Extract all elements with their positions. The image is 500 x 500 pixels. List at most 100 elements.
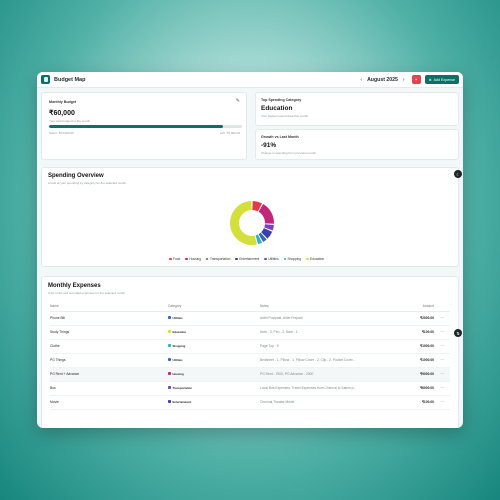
legend-swatch	[283, 257, 287, 261]
monthly-expenses-card: Monthly Expenses A list of all your reco…	[41, 276, 459, 428]
category-label: Shopping	[172, 343, 186, 348]
expenses-title: Monthly Expenses	[48, 283, 101, 289]
app-window: Budget Map ‹ August 2025 › ▪ ⊕ Add Expen…	[37, 72, 463, 428]
growth-value: -91%	[261, 142, 277, 149]
category-icon	[168, 344, 171, 348]
category-badge: Transportation	[168, 386, 192, 390]
spending-overview-card: Spending Overview A look at your spendin…	[41, 167, 459, 267]
current-month: August 2025	[367, 76, 398, 83]
expense-name: PG Things	[50, 353, 168, 368]
top-category-sub: Your highest spend area this month	[261, 114, 309, 118]
growth-label: Growth vs Last Month	[261, 135, 299, 139]
expense-notes: Airtel Postpaid, Airtel Prepaid	[260, 311, 388, 326]
budget-sub: Your total budget for the month	[49, 119, 91, 123]
category-label: Entertainment	[172, 399, 192, 404]
category-label: Transportation	[172, 385, 193, 390]
table-row[interactable]: Bus Transportation Local Bus Expenses, Tra…	[50, 381, 450, 396]
legend-label: Transportation	[209, 257, 231, 261]
category-badge: Entertainment	[168, 400, 191, 404]
category-icon	[168, 316, 171, 320]
top-bar: Budget Map ‹ August 2025 › ▪ ⊕ Add Expen…	[37, 72, 463, 88]
expense-notes: Local Bus Expenses, Travel Expenses from…	[260, 381, 388, 396]
expense-amount: ₹2000.00	[388, 311, 434, 326]
expense-amount: ₹6000.00	[388, 381, 434, 396]
table-row[interactable]: Clothe Shopping Page Top - 5 ₹1000.00 ⋯	[50, 339, 450, 354]
left-amount: Left: ₹6,000.00	[219, 131, 240, 135]
legend-swatch	[306, 257, 309, 261]
expense-notes: Page Top - 5	[260, 339, 388, 354]
expense-category: Housing	[168, 367, 260, 382]
expenses-table: Name Category Notes Amount Phone Bill Uti…	[50, 301, 450, 410]
budget-map-logo-icon	[41, 75, 50, 84]
legend-label: Entertainment	[239, 257, 260, 261]
legend-swatch	[235, 257, 238, 261]
table-row[interactable]: Study Things Education Note - 3, Pen - 2, …	[50, 325, 450, 340]
legend-label: Utilities	[268, 257, 279, 261]
expense-category: Utilities	[168, 353, 260, 368]
plus-icon: ⊕	[428, 77, 432, 82]
col-category: Category	[168, 301, 260, 312]
next-month-button[interactable]: ›	[400, 77, 408, 83]
expense-category: Utilities	[168, 311, 260, 326]
legend-swatch	[205, 257, 209, 261]
calendar-button[interactable]: ▪	[411, 75, 421, 84]
expense-notes: Bedsheet - 1, Pillow - 1, Pillow Cover -…	[260, 353, 388, 368]
row-actions-button[interactable]: ⋯	[434, 353, 450, 368]
col-name: Name	[50, 301, 168, 312]
top-category-value: Education	[261, 105, 293, 112]
expense-name: Phone Bill	[50, 311, 168, 326]
edit-budget-icon[interactable]: ✎	[236, 98, 240, 104]
category-label: Utilities	[172, 315, 183, 320]
row-actions-button[interactable]: ⋯	[434, 339, 450, 354]
prev-month-button[interactable]: ‹	[357, 77, 365, 83]
legend-item: Education	[306, 257, 324, 261]
row-actions-button[interactable]: ⋯	[434, 325, 450, 340]
overview-title: Spending Overview	[48, 173, 104, 179]
top-category-card: Top Spending Category Education Your hig…	[255, 92, 459, 126]
table-row[interactable]: PG Rent + Advance Housing PG Rent - 7500, …	[50, 367, 450, 382]
category-icon	[168, 372, 171, 376]
table-row[interactable]: Movie Entertainment Chennai Theatre Movie ₹…	[50, 395, 450, 410]
top-category-label: Top Spending Category	[261, 98, 302, 102]
spending-donut-chart	[230, 201, 274, 245]
legend-label: Shopping	[287, 257, 302, 261]
table-row[interactable]: Phone Bill Utilities Airtel Postpaid, Airt…	[50, 311, 450, 326]
expense-name: PG Rent + Advance	[50, 367, 168, 382]
expense-name: Bus	[50, 381, 168, 396]
category-badge: Shopping	[168, 344, 185, 348]
legend-swatch	[185, 257, 188, 261]
legend-swatch	[169, 257, 172, 261]
legend-label: Food	[173, 257, 181, 261]
donut-slice-housing[interactable]	[258, 204, 274, 224]
row-actions-button[interactable]: ⋯	[434, 381, 450, 396]
overview-subtitle: A look at your spending by category for …	[48, 181, 127, 185]
row-actions-button[interactable]: ⋯	[434, 395, 450, 410]
legend-label: Housing	[189, 257, 201, 261]
budget-label: Monthly Budget	[49, 100, 77, 104]
calendar-icon: ▪	[415, 76, 417, 83]
category-badge: Utilities	[168, 316, 183, 320]
theme-toggle-button[interactable]: ☾	[454, 170, 462, 178]
expense-amount: ₹100.00	[388, 325, 434, 340]
add-expense-button[interactable]: ⊕ Add Expense	[424, 75, 459, 84]
table-row[interactable]: PG Things Utilities Bedsheet - 1, Pillow -…	[50, 353, 450, 368]
growth-card: Growth vs Last Month -91% Change in spen…	[255, 129, 459, 160]
category-icon	[168, 400, 171, 404]
budget-value: ₹60,000	[49, 110, 75, 117]
scroll-helper-button[interactable]: ⇅	[454, 329, 462, 337]
expense-category: Education	[168, 325, 260, 340]
col-actions	[434, 301, 450, 312]
col-amount: Amount	[388, 301, 434, 312]
arrows-icon: ⇅	[456, 330, 460, 336]
category-label: Education	[172, 329, 187, 334]
expense-name: Clothe	[50, 339, 168, 354]
category-label: Utilities	[172, 357, 183, 362]
row-actions-button[interactable]: ⋯	[434, 367, 450, 382]
chart-legend: Food Housing Transportation Entertainment Ut…	[169, 257, 324, 261]
category-icon	[168, 358, 171, 362]
category-icon	[168, 330, 171, 334]
category-label: Housing	[172, 371, 184, 376]
row-actions-button[interactable]: ⋯	[434, 311, 450, 326]
legend-item: Utilities	[264, 257, 279, 261]
expense-name: Movie	[50, 395, 168, 410]
